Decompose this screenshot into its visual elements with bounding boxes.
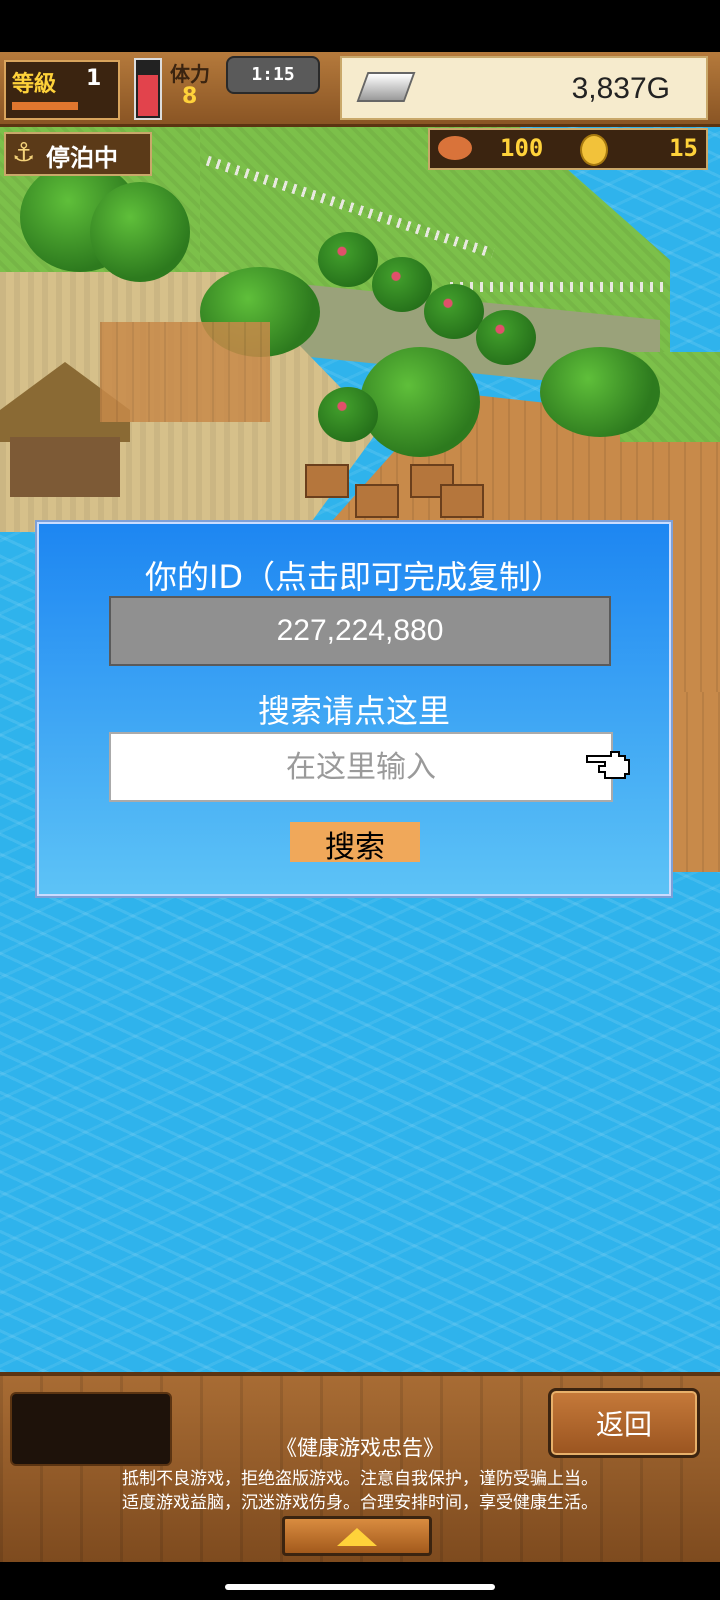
stamina-label: 体力 <box>170 62 210 86</box>
health-notice-line: 抵制不良游戏，拒绝盗版游戏。注意自我保护，谨防受骗上当。 <box>122 1469 598 1489</box>
medal-coin-icon <box>580 134 608 166</box>
cargo-crate <box>355 484 399 518</box>
tree <box>540 347 660 437</box>
resource-bar: 100 15 <box>428 128 708 170</box>
gold-value: 3,837G <box>571 72 670 105</box>
stamina-timer: 1:15 <box>226 56 320 94</box>
expand-menu-button[interactable] <box>282 1516 432 1556</box>
fruit-bush <box>372 257 432 312</box>
workshop-frame <box>100 322 270 422</box>
user-id-copy-field[interactable]: 227,224,880 <box>109 596 611 666</box>
search-hint: 搜索请点这里 <box>257 692 450 730</box>
top-hud: 等級 1 体力 8 1:15 3,837G <box>0 52 720 127</box>
stamina-fill <box>138 75 158 116</box>
fruit-bush <box>318 232 378 287</box>
medal-value: 15 <box>669 134 698 162</box>
pointing-hand-icon <box>586 751 630 779</box>
fruit-bush <box>476 310 536 365</box>
cargo-crate <box>440 484 484 518</box>
anchor-status-label: 停泊中 <box>46 144 118 172</box>
fruit-bush <box>318 387 378 442</box>
health-notice-title: 《健康游戏忠告》 <box>276 1436 444 1460</box>
stamina-gauge <box>134 58 162 120</box>
food-value: 100 <box>500 134 544 162</box>
level-label: 等級 <box>12 72 57 97</box>
cargo-crate <box>305 464 349 498</box>
tree <box>360 347 480 457</box>
search-button[interactable]: 搜索 <box>290 822 420 865</box>
silver-bar-icon <box>356 72 416 102</box>
dialog-title: 你的ID（点击即可完成复制） <box>144 558 564 596</box>
tree <box>90 182 190 282</box>
health-notice-line: 适度游戏益脑，沉迷游戏伤身。合理安排时间，享受健康生活。 <box>122 1493 598 1513</box>
meat-icon <box>438 136 472 160</box>
home-area <box>0 1562 720 1600</box>
friend-id-dialog: 你的ID（点击即可完成复制） 227,224,880 搜索请点这里 搜索 <box>37 522 671 896</box>
id-search-input[interactable] <box>109 732 613 802</box>
pier-right <box>670 692 720 872</box>
experience-bar <box>12 102 78 110</box>
up-arrow-icon <box>337 1528 377 1546</box>
house-wall <box>10 437 120 497</box>
level-value: 1 <box>86 66 102 91</box>
level-box: 等級 1 <box>4 60 120 120</box>
status-bar <box>0 0 720 52</box>
anchor-status-badge[interactable]: ⚓ 停泊中 <box>4 132 152 176</box>
fence <box>450 282 670 292</box>
fruit-bush <box>424 284 484 339</box>
anchor-icon: ⚓ <box>12 138 36 168</box>
stamina-value: 8 <box>182 84 198 109</box>
home-indicator[interactable] <box>225 1584 495 1590</box>
bottom-panel: 返回 《健康游戏忠告》 抵制不良游戏，拒绝盗版游戏。注意自我保护，谨防受骗上当。… <box>0 1372 720 1566</box>
gold-panel[interactable]: 3,837G <box>340 56 708 120</box>
